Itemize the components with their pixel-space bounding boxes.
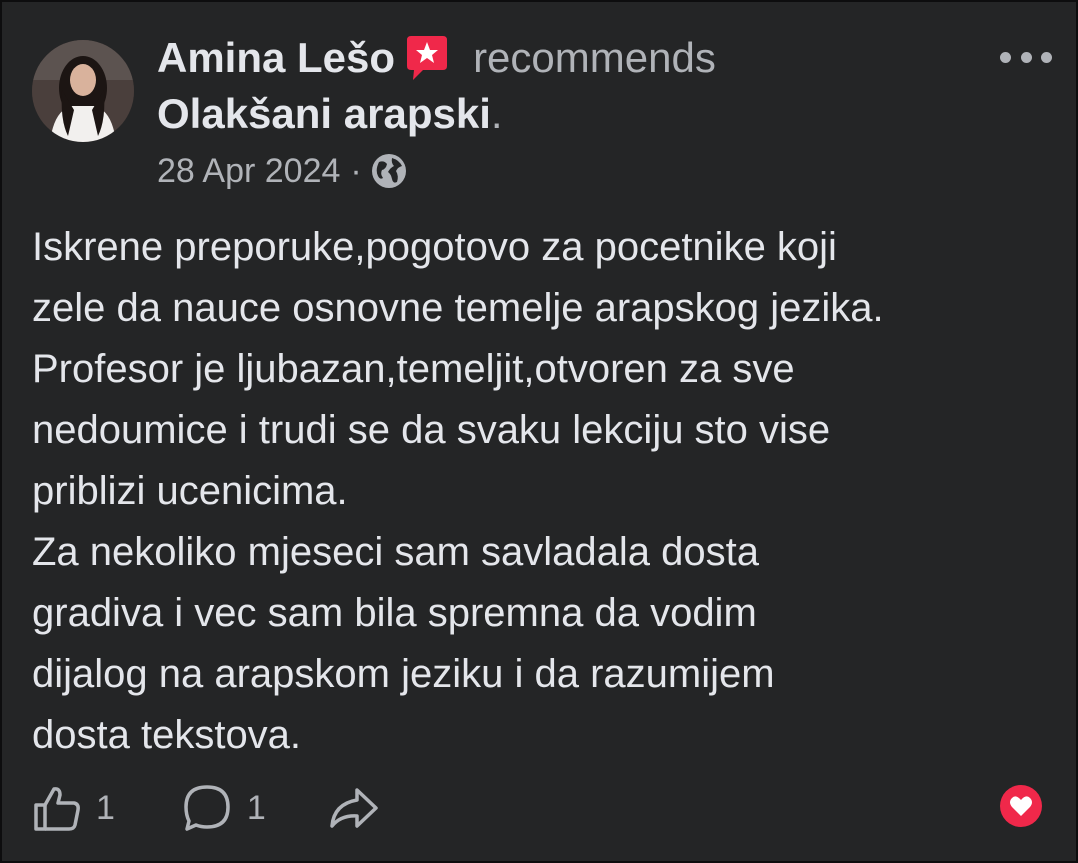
meta-separator: ·: [350, 151, 362, 190]
post-body-line: gradiva i vec sam bila spremna da vodim: [32, 591, 757, 635]
author-name[interactable]: Amina Lešo: [157, 34, 395, 82]
like-button[interactable]: 1: [32, 783, 115, 833]
like-count: 1: [96, 788, 115, 827]
recommends-label: recommends: [473, 34, 716, 81]
love-reaction-icon[interactable]: [1000, 785, 1042, 827]
share-arrow-icon: [330, 788, 378, 828]
post-body-line: zele da nauce osnovne temelje arapskog j…: [32, 286, 884, 330]
more-dot-icon: [1041, 51, 1052, 63]
post-actions: 1 1: [32, 780, 380, 836]
post-body-line: nedoumice i trudi se da svaku lekciju st…: [32, 408, 831, 452]
more-options-button[interactable]: [1000, 42, 1052, 72]
page-name-link[interactable]: Olakšani arapski: [157, 90, 491, 138]
globe-icon[interactable]: [370, 152, 408, 190]
thumbs-up-icon: [34, 787, 80, 831]
author-avatar[interactable]: [32, 40, 134, 142]
post-meta: 28 Apr 2024 ·: [157, 150, 408, 192]
post-card: Amina Lešo recommends Olakšani arapski. …: [2, 2, 1076, 861]
comment-count: 1: [246, 788, 266, 827]
comment-button[interactable]: 1: [181, 782, 266, 834]
recommend-icon: [403, 34, 451, 82]
more-dot-icon: [1020, 51, 1032, 63]
page-name-period: .: [490, 90, 503, 137]
post-date[interactable]: 28 Apr 2024: [157, 152, 340, 191]
recommended-page: Olakšani arapski.: [157, 88, 503, 140]
post-body-line: dijalog na arapskom jeziku i da razumije…: [32, 652, 775, 696]
comment-bubble-icon: [184, 785, 230, 831]
post-body: Iskrene preporuke,pogotovo za pocetnike …: [32, 217, 1062, 766]
post-body-line: priblizi ucenicima.: [32, 469, 348, 513]
post-body-line: dosta tekstova.: [32, 713, 302, 757]
post-body-line: Profesor je ljubazan,temeljit,otvoren za…: [32, 347, 795, 391]
more-dot-icon: [1000, 51, 1011, 63]
post-body-line: Iskrene preporuke,pogotovo za pocetnike …: [32, 225, 837, 269]
avatar-photo: [32, 40, 134, 142]
post-header: Amina Lešo recommends: [157, 30, 716, 86]
share-button[interactable]: [328, 782, 380, 834]
post-body-line: Za nekoliko mjeseci sam savladala dosta: [32, 530, 760, 574]
